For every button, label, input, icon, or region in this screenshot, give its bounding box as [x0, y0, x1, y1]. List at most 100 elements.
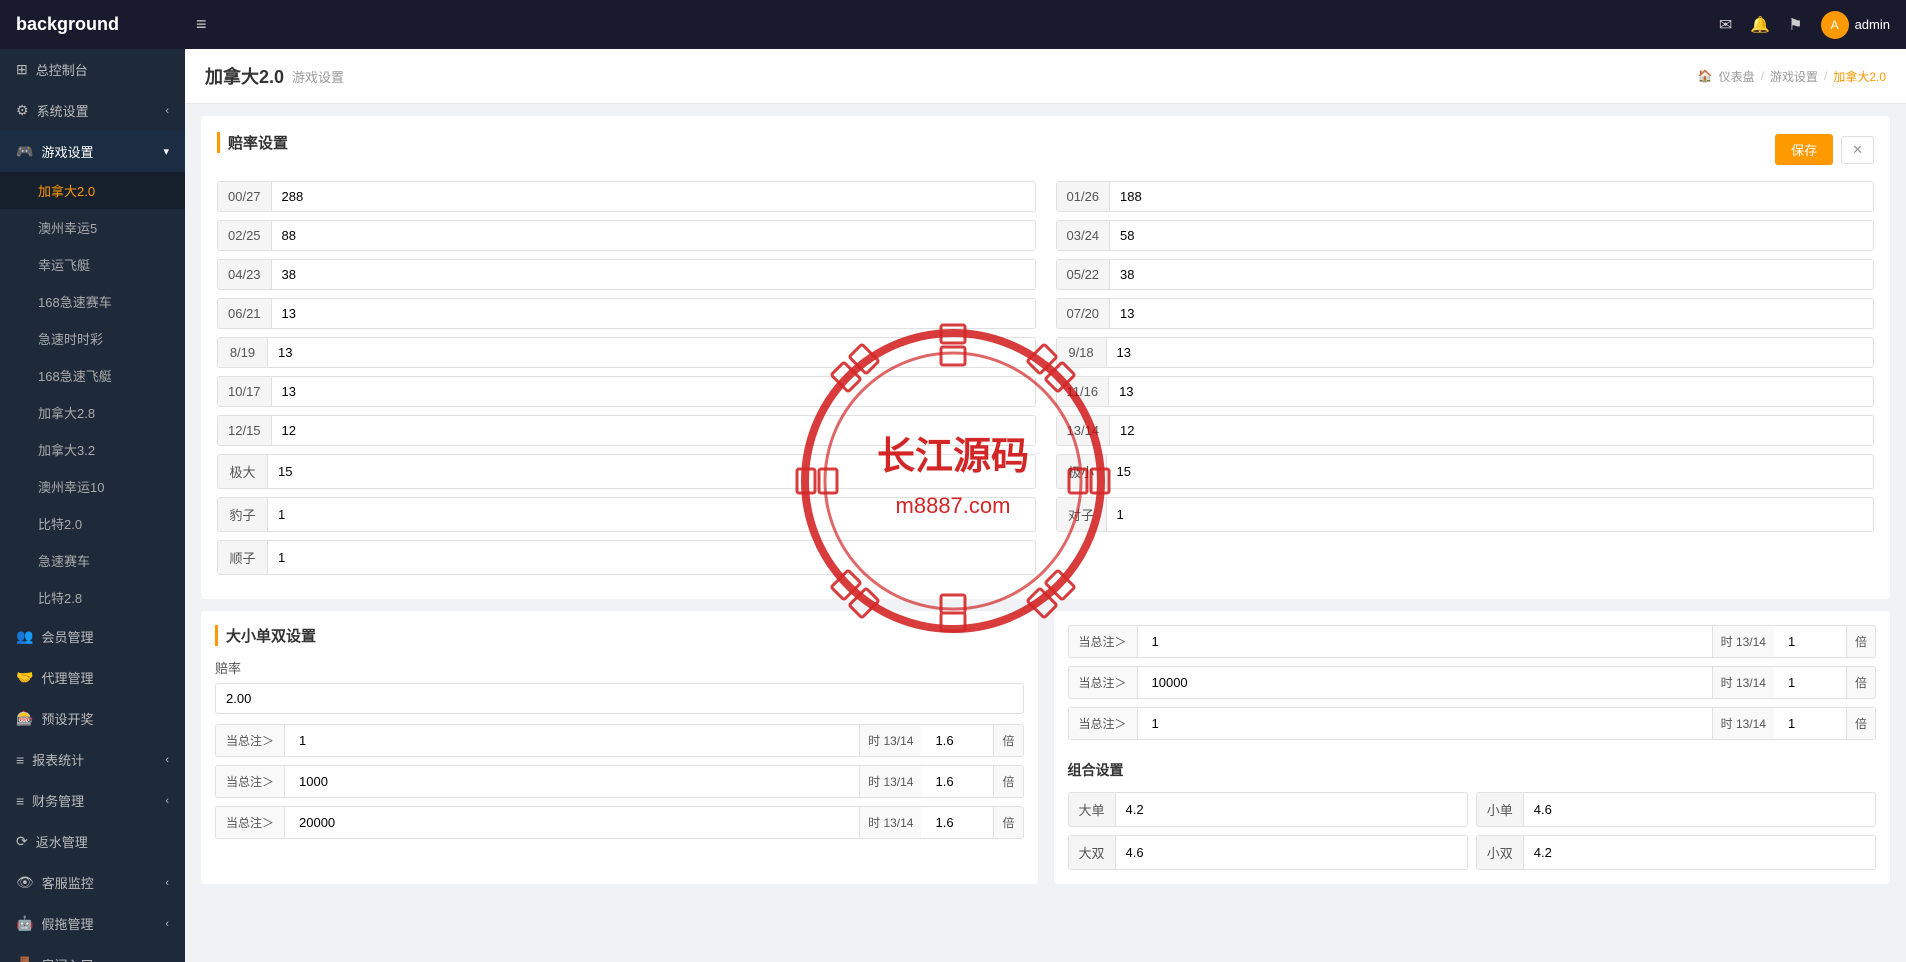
odds-row-left: 12/15 — [217, 415, 1036, 446]
odds-input[interactable] — [1109, 377, 1873, 406]
system-arrow: ‹ — [165, 105, 169, 117]
combo-input[interactable] — [1116, 838, 1467, 867]
sidebar-label-agent: 代理管理 — [41, 668, 93, 687]
page-title: 加拿大2.0 — [205, 63, 284, 89]
sidebar-sub-fast-color[interactable]: 急速时时彩 — [0, 320, 185, 357]
cond-val-input[interactable] — [1144, 709, 1706, 738]
odds-row-left: 8/19 — [217, 337, 1036, 368]
breadcrumb-dashboard[interactable]: 仪表盘 — [1719, 68, 1755, 85]
sidebar-label-report: 报表统计 — [32, 750, 84, 769]
cond-mult-input[interactable] — [1780, 668, 1840, 697]
breadcrumb-game[interactable]: 游戏设置 — [1770, 68, 1818, 85]
combo-input[interactable] — [1116, 795, 1467, 824]
bell-icon[interactable]: 🔔 — [1750, 15, 1770, 35]
odds-input[interactable] — [268, 338, 1035, 367]
sidebar-item-system[interactable]: ⚙ 系统设置 ‹ — [0, 90, 185, 131]
odds-input[interactable] — [1107, 500, 1874, 529]
sidebar-item-rebate[interactable]: ⟳ 返水管理 — [0, 821, 185, 862]
sidebar-sub-aus5[interactable]: 澳州幸运5 — [0, 209, 185, 246]
breadcrumb-home-icon: 🏠 — [1698, 69, 1713, 83]
odds-input[interactable] — [272, 416, 1035, 445]
member-icon: 👥 — [16, 628, 33, 645]
sidebar-sub-aus10[interactable]: 澳州幸运10 — [0, 468, 185, 505]
user-menu[interactable]: A admin — [1821, 11, 1890, 39]
odds-input[interactable] — [272, 377, 1035, 406]
odds-input[interactable] — [268, 457, 1035, 486]
sidebar-item-agent[interactable]: 🤝 代理管理 — [0, 657, 185, 698]
admin-label: admin — [1855, 17, 1890, 32]
toolbar: 保存 ✕ — [1775, 134, 1874, 165]
combo-section: 当总注＞ 时 13/14 倍 当总注＞ 时 13/14 倍 当总注＞ 时 13/… — [1054, 611, 1891, 884]
cond-val-input[interactable] — [1144, 668, 1706, 697]
sidebar-item-lottery[interactable]: 🎰 预设开奖 — [0, 698, 185, 739]
odds-input[interactable] — [272, 260, 1035, 289]
sidebar-label-dashboard: 总控制台 — [36, 60, 88, 79]
game-icon: 🎮 — [16, 143, 33, 160]
odds-input[interactable] — [272, 182, 1035, 211]
combo-input[interactable] — [1524, 795, 1875, 824]
sidebar-sub-lucky-boat[interactable]: 幸运飞艇 — [0, 246, 185, 283]
monitor-icon: 👁 — [16, 874, 34, 891]
odds-input[interactable] — [268, 500, 1035, 529]
save-button[interactable]: 保存 — [1775, 134, 1833, 165]
cond-mult-input[interactable] — [927, 808, 987, 837]
odds-row-right: 03/24 — [1056, 220, 1875, 251]
sidebar-sub-168boat[interactable]: 168急速飞艇 — [0, 357, 185, 394]
flag-icon[interactable]: ⚑ — [1788, 15, 1802, 35]
avatar: A — [1821, 11, 1849, 39]
sidebar-item-dashboard[interactable]: ⊞ 总控制台 — [0, 49, 185, 90]
sidebar-item-finance[interactable]: ≡ 财务管理 ‹ — [0, 780, 185, 821]
combo-input[interactable] — [1524, 838, 1875, 867]
odds-row-right: 9/18 — [1056, 337, 1875, 368]
sidebar-label-finance: 财务管理 — [32, 791, 84, 810]
hamburger-button[interactable]: ≡ — [196, 14, 207, 35]
cond-mult-input[interactable] — [927, 726, 987, 755]
odds-input[interactable] — [272, 221, 1035, 250]
odds-input[interactable] — [1110, 182, 1873, 211]
sidebar-sub-canada20[interactable]: 加拿大2.0 — [0, 172, 185, 209]
odds-input[interactable] — [1107, 338, 1874, 367]
odds-input[interactable] — [1107, 457, 1874, 486]
cond-mult-input[interactable] — [927, 767, 987, 796]
game-submenu: 加拿大2.0 澳州幸运5 幸运飞艇 168急速赛车 急速时时彩 168急速飞艇 … — [0, 172, 185, 616]
bs-section: 大小单双设置 赔率 当总注＞ 时 13/14 倍 当总注＞ 时 13/14 倍 … — [201, 611, 1038, 884]
system-icon: ⚙ — [16, 102, 29, 119]
sidebar-label-system: 系统设置 — [37, 101, 89, 120]
fake-arrow: ‹ — [165, 918, 169, 930]
cond-val-input[interactable] — [291, 808, 853, 837]
odds-input[interactable] — [1110, 260, 1873, 289]
sidebar-sub-canada32[interactable]: 加拿大3.2 — [0, 431, 185, 468]
sidebar-sub-bit28[interactable]: 比特2.8 — [0, 579, 185, 616]
sidebar-sub-canada28[interactable]: 加拿大2.8 — [0, 394, 185, 431]
odds-input[interactable] — [272, 299, 1035, 328]
odds-input[interactable] — [1110, 221, 1873, 250]
sidebar-sub-fast-race[interactable]: 急速赛车 — [0, 542, 185, 579]
bs-rate-label: 赔率 — [215, 658, 1024, 677]
cond-mult-input[interactable] — [1780, 709, 1840, 738]
report-icon: ≡ — [16, 752, 24, 768]
sidebar-label-lottery: 预设开奖 — [41, 709, 93, 728]
bs-rate-input[interactable] — [215, 683, 1024, 714]
odds-row-right: 11/16 — [1056, 376, 1875, 407]
mail-icon[interactable]: ✉ — [1719, 15, 1732, 35]
odds-input[interactable] — [1110, 416, 1873, 445]
sidebar-item-room[interactable]: 🚪 房间入口 — [0, 944, 185, 962]
odds-input[interactable] — [1110, 299, 1873, 328]
cond-mult-input[interactable] — [1780, 627, 1840, 656]
sidebar-item-monitor[interactable]: 👁 客服监控 ‹ — [0, 862, 185, 903]
sidebar-item-fake[interactable]: 🤖 假拖管理 ‹ — [0, 903, 185, 944]
cond-val-input[interactable] — [291, 767, 853, 796]
sidebar-item-member[interactable]: 👥 会员管理 — [0, 616, 185, 657]
odds-row-left: 极大 — [217, 454, 1036, 489]
odds-input[interactable] — [268, 543, 1035, 572]
odds-row-left: 10/17 — [217, 376, 1036, 407]
sidebar-item-report[interactable]: ≡ 报表统计 ‹ — [0, 739, 185, 780]
monitor-arrow: ‹ — [165, 877, 169, 889]
close-button[interactable]: ✕ — [1841, 136, 1874, 164]
cond-val-input[interactable] — [1144, 627, 1706, 656]
sidebar-sub-bit20[interactable]: 比特2.0 — [0, 505, 185, 542]
sidebar-item-game[interactable]: 🎮 游戏设置 ▾ — [0, 131, 185, 172]
sidebar-sub-168race[interactable]: 168急速赛车 — [0, 283, 185, 320]
cond-val-input[interactable] — [291, 726, 853, 755]
bs-condition-row: 当总注＞ 时 13/14 倍 — [215, 765, 1024, 798]
